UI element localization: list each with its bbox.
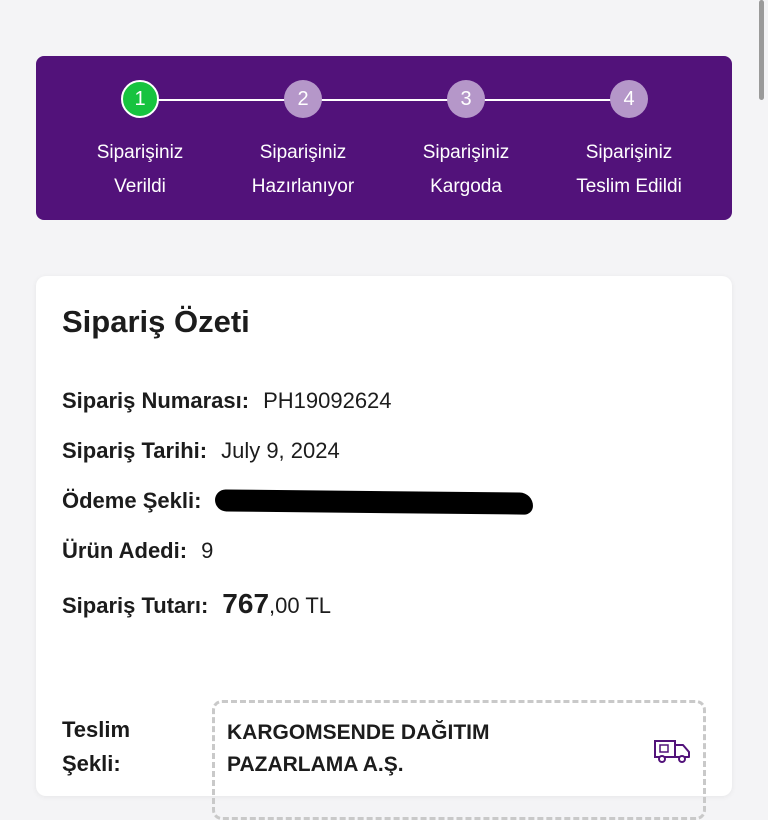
step-label: Siparişiniz Kargoda [391,136,541,204]
item-count-label: Ürün Adedi: [62,538,188,563]
item-count-row: Ürün Adedi: 9 [62,538,213,564]
order-number-value: PH19092624 [263,388,392,413]
step-label-line: Siparişiniz [96,142,184,163]
step-number-badge: 2 [284,80,322,118]
delivery-method-label: Teslim Şekli: [62,713,130,781]
order-total-label: Sipariş Tutarı: [62,593,209,618]
step-preparing: 2 Siparişiniz Hazırlanıyor [228,80,378,204]
order-number-label: Sipariş Numarası: [62,388,250,413]
step-label: Siparişiniz Teslim Edildi [554,136,704,204]
step-number-badge: 1 [121,80,159,118]
courier-name: KARGOMSENDE DAĞITIM PAZARLAMA A.Ş. [227,717,490,781]
order-date-value: July 9, 2024 [221,438,340,463]
payment-method-row: Ödeme Şekli: [62,488,534,515]
order-date-row: Sipariş Tarihi: July 9, 2024 [62,438,340,464]
order-summary-card: Sipariş Özeti Sipariş Numarası: PH1909262… [36,276,732,820]
delivery-label-line: Teslim [62,717,131,742]
step-delivered: 4 Siparişiniz Teslim Edildi [554,80,704,204]
step-label-line: Verildi [114,176,166,197]
step-label-line: Siparişiniz [585,142,673,163]
delivery-label-line: Şekli: [62,751,121,776]
courier-box: KARGOMSENDE DAĞITIM PAZARLAMA A.Ş. [212,700,706,820]
card-title: Sipariş Özeti [62,304,250,339]
step-label-line: Kargoda [430,176,502,197]
payment-method-label: Ödeme Şekli: [62,488,202,513]
step-label: Siparişiniz Verildi [65,136,215,204]
order-total-amount: 767 [222,588,270,619]
scrollbar[interactable] [759,0,764,100]
step-number-badge: 4 [610,80,648,118]
item-count-value: 9 [201,538,214,563]
step-label-line: Teslim Edildi [576,176,682,197]
step-order-placed: 1 Siparişiniz Verildi [65,80,215,204]
step-shipped: 3 Siparişiniz Kargoda [391,80,541,204]
order-total-decimals: ,00 TL [269,593,331,618]
order-total-row: Sipariş Tutarı: 767,00 TL [62,588,331,620]
courier-name-line: PAZARLAMA A.Ş. [227,753,404,776]
step-label: Siparişiniz Hazırlanıyor [228,136,378,204]
courier-name-line: KARGOMSENDE DAĞITIM [227,721,490,744]
step-label-line: Hazırlanıyor [251,176,355,197]
order-progress-stepper: 1 Siparişiniz Verildi 2 Siparişiniz Hazı… [36,56,732,220]
step-label-line: Siparişiniz [422,142,510,163]
order-number-row: Sipariş Numarası: PH19092624 [62,388,392,414]
step-number-badge: 3 [447,80,485,118]
delivery-truck-icon [654,740,690,763]
redacted-payment-method [215,489,534,515]
step-label-line: Siparişiniz [259,142,347,163]
order-date-label: Sipariş Tarihi: [62,438,208,463]
